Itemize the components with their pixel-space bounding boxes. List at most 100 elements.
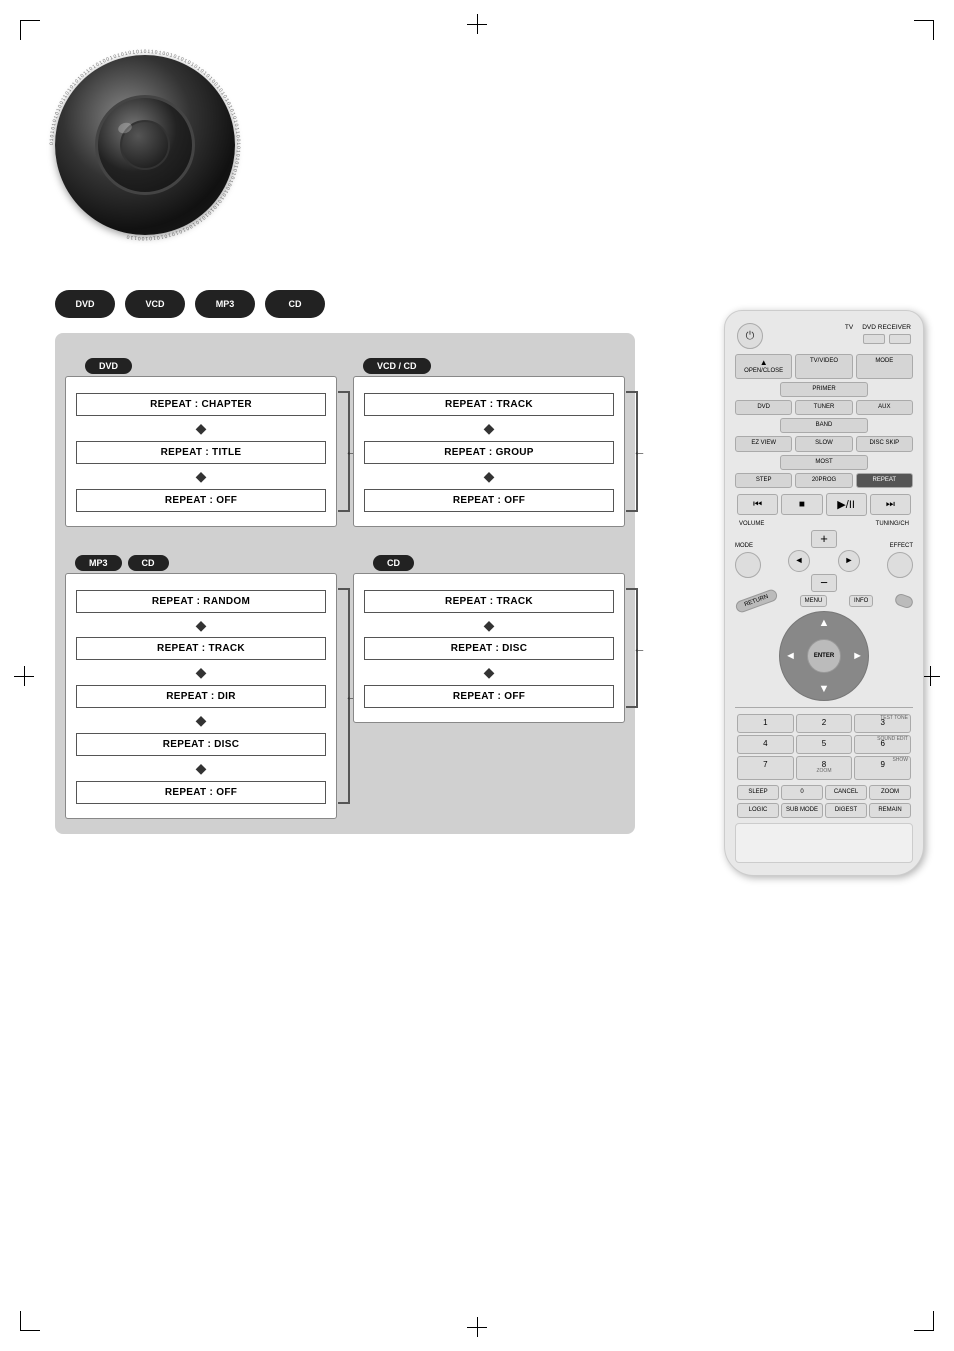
num6-btn[interactable]: 6 SOUND EDIT bbox=[854, 735, 911, 754]
step-btn[interactable]: STEP bbox=[735, 473, 792, 488]
stop-btn[interactable]: ■ bbox=[781, 494, 822, 515]
power-button[interactable]: ⏻ bbox=[737, 323, 763, 349]
effect-dial-right[interactable] bbox=[887, 552, 913, 578]
sleep-row: SLEEP 0 CANCEL ZOOM bbox=[737, 785, 911, 800]
vcd-section-label: VCD / CD bbox=[363, 358, 431, 374]
num4-btn[interactable]: 4 bbox=[737, 735, 794, 754]
btn-row-dvd-tuner-aux: DVD TUNER AUX bbox=[735, 400, 913, 415]
crosshair-left bbox=[14, 666, 34, 686]
most-btn[interactable]: MOST bbox=[780, 455, 868, 470]
menu-btn[interactable]: MENU bbox=[800, 595, 828, 607]
num2-btn[interactable]: 2 bbox=[796, 714, 853, 733]
mp3-flow-box: REPEAT : RANDOM ◆ REPEAT : TRACK ◆ REPEA… bbox=[65, 573, 337, 819]
enter-btn[interactable]: ENTER bbox=[807, 639, 841, 673]
sound-edit-label: SOUND EDIT bbox=[877, 737, 908, 743]
info-btn[interactable]: INFO bbox=[849, 595, 873, 607]
repeat-btn[interactable]: REPEAT bbox=[856, 473, 913, 488]
dvd-selector-btn[interactable] bbox=[889, 334, 911, 344]
remote-bottom-space bbox=[735, 823, 913, 863]
digest-btn[interactable]: DIGEST bbox=[825, 803, 867, 818]
logic-btn[interactable]: LOGIC bbox=[737, 803, 779, 818]
mp3-arrow-3: ◆ bbox=[76, 712, 326, 729]
repeat-group-box: REPEAT : GROUP bbox=[364, 441, 614, 464]
cd-arrow-1: ◆ bbox=[364, 617, 614, 634]
disc-skip-btn[interactable]: DISC SKIP bbox=[856, 436, 913, 451]
num1-btn[interactable]: 1 bbox=[737, 714, 794, 733]
dvd-arrow-2: ◆ bbox=[76, 468, 326, 485]
ez-view-btn[interactable]: EZ VIEW bbox=[735, 436, 792, 451]
20prog-btn[interactable]: 20PROG bbox=[795, 473, 852, 488]
mode-dot-mp3: MP3 bbox=[195, 290, 255, 318]
vol-down-btn[interactable]: − bbox=[811, 574, 837, 592]
zoom-btn[interactable]: ZOOM bbox=[869, 785, 911, 800]
num9-btn[interactable]: 9 SHOW bbox=[854, 756, 911, 780]
remain-btn[interactable]: REMAIN bbox=[869, 803, 911, 818]
nav-down-btn[interactable]: ▼ bbox=[819, 683, 830, 695]
num0-btn[interactable]: 0 bbox=[781, 785, 823, 800]
crosshair-top bbox=[467, 14, 487, 34]
mp3-label-dot2: CD bbox=[128, 555, 169, 571]
dvd-btn[interactable]: DVD bbox=[735, 400, 792, 415]
left-controls: MODE bbox=[735, 543, 761, 578]
test-tone-label: TEST TONE bbox=[880, 716, 908, 722]
transport-row: ⏮ ■ ▶/II ⏭ bbox=[737, 493, 911, 516]
submode-btn[interactable]: SUB MODE bbox=[781, 803, 823, 818]
repeat-title-box: REPEAT : TITLE bbox=[76, 441, 326, 464]
menu-info-row: RETURN MENU INFO bbox=[735, 595, 913, 607]
prev-btn[interactable]: ⏮ bbox=[737, 494, 778, 515]
nav-cluster: ▲ ▼ ◄ ► ENTER bbox=[779, 611, 869, 701]
logic-row: LOGIC SUB MODE DIGEST REMAIN bbox=[737, 803, 911, 818]
corner-mark-br bbox=[914, 1311, 934, 1331]
right-controls: EFFECT bbox=[887, 543, 913, 578]
tv-label: TV bbox=[845, 324, 853, 331]
mp3-arrow-1: ◆ bbox=[76, 617, 326, 634]
num7-btn[interactable]: 7 bbox=[737, 756, 794, 780]
tv-selector-btn[interactable] bbox=[863, 334, 885, 344]
nav-up-btn[interactable]: ▲ bbox=[819, 617, 830, 629]
repeat-random-box: REPEAT : RANDOM bbox=[76, 590, 326, 613]
tv-video-btn[interactable]: TV/VIDEO bbox=[795, 354, 852, 379]
panel-background: DVD REPEAT : CHAPTER ◆ REPEAT : TITLE ◆ … bbox=[55, 333, 635, 834]
corner-mark-tr bbox=[914, 20, 934, 40]
num5-btn[interactable]: 5 bbox=[796, 735, 853, 754]
mode-btn-1[interactable]: MODE bbox=[856, 354, 913, 379]
tune-right-btn[interactable]: ► bbox=[838, 550, 860, 572]
mode-dial-left[interactable] bbox=[735, 552, 761, 578]
remote-top-row: ⏻ TV DVD RECEIVER bbox=[735, 323, 913, 349]
sleep-btn[interactable]: SLEEP bbox=[737, 785, 779, 800]
numpad: 1 2 3 TEST TONE 4 5 6 SOUND EDIT 7 bbox=[737, 714, 911, 780]
remote-divider bbox=[735, 707, 913, 708]
nav-right-btn[interactable]: ► bbox=[852, 650, 863, 662]
tuner-btn[interactable]: TUNER bbox=[795, 400, 852, 415]
play-pause-btn[interactable]: ▶/II bbox=[826, 493, 867, 516]
num8-btn[interactable]: 8 ZOOM bbox=[796, 756, 853, 780]
repeat-track-vcd-box: REPEAT : TRACK bbox=[364, 393, 614, 416]
corner-mark-tl bbox=[20, 20, 40, 40]
next-btn[interactable]: ⏭ bbox=[870, 494, 911, 515]
tune-left-btn[interactable]: ◄ bbox=[788, 550, 810, 572]
dvd-flow-box: REPEAT : CHAPTER ◆ REPEAT : TITLE ◆ REPE… bbox=[65, 376, 337, 527]
vol-up-btn[interactable]: + bbox=[811, 530, 837, 548]
show-label: SHOW bbox=[892, 758, 908, 764]
mp3-section: MP3 CD REPEAT : RANDOM ◆ REPEAT : TRACK … bbox=[65, 573, 337, 819]
vol-tuning-controls: + ◄ ► − bbox=[764, 530, 884, 592]
mode-dot-cd-label: CD bbox=[289, 299, 302, 309]
cd-flow-box: REPEAT : TRACK ◆ REPEAT : DISC ◆ REPEAT … bbox=[353, 573, 625, 724]
band-btn[interactable]: BAND bbox=[780, 418, 868, 433]
vol-tuning-middle: ◄ ► bbox=[788, 550, 860, 572]
slow-btn[interactable]: SLOW bbox=[795, 436, 852, 451]
cd-arrow-2: ◆ bbox=[364, 664, 614, 681]
nav-left-btn[interactable]: ◄ bbox=[785, 650, 796, 662]
vcd-arrow-2: ◆ bbox=[364, 468, 614, 485]
cd-loop-arrow: ← bbox=[633, 640, 646, 655]
mp3-arrow-2: ◆ bbox=[76, 664, 326, 681]
num3-btn[interactable]: 3 TEST TONE bbox=[854, 714, 911, 733]
next-side-btn[interactable] bbox=[893, 592, 914, 609]
vcd-section: VCD / CD REPEAT : TRACK ◆ REPEAT : GROUP… bbox=[353, 376, 625, 527]
dvd-arrow-1: ◆ bbox=[76, 420, 326, 437]
cancel-btn[interactable]: CANCEL bbox=[825, 785, 867, 800]
aux-btn[interactable]: AUX bbox=[856, 400, 913, 415]
primer-btn[interactable]: PRIMER bbox=[780, 382, 868, 397]
repeat-disc-mp3-box: REPEAT : DISC bbox=[76, 733, 326, 756]
open-close-btn[interactable]: ▲ OPEN/CLOSE bbox=[735, 354, 792, 379]
